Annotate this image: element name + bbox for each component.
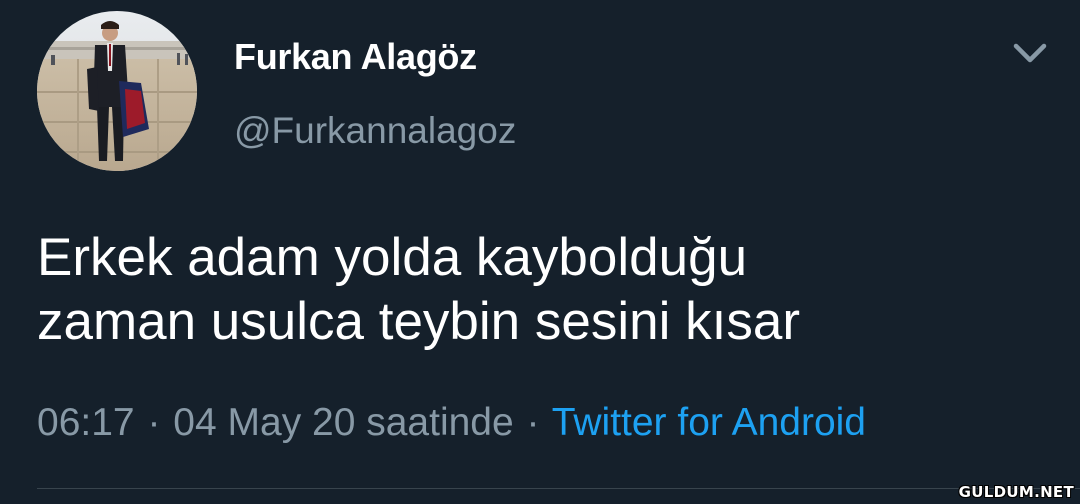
avatar-photo — [37, 11, 197, 171]
tweet-text: Erkek adam yolda kaybolduğu zaman usulca… — [37, 226, 1037, 354]
user-handle[interactable]: @Furkannalagoz — [234, 107, 516, 155]
tweet-text-line: Erkek adam yolda kaybolduğu — [37, 228, 748, 287]
meta-separator: · — [526, 401, 540, 444]
tweet: Furkan Alagöz @Furkannalagoz Erkek adam … — [0, 0, 1080, 504]
tweet-meta: 06:17 · 04 May 20 saatinde · Twitter for… — [37, 398, 866, 448]
meta-separator: · — [147, 401, 161, 444]
chevron-down-icon[interactable] — [1008, 36, 1052, 72]
display-name[interactable]: Furkan Alagöz — [234, 34, 477, 80]
watermark: GULDUM.NET — [958, 483, 1074, 501]
tweet-source-link[interactable]: Twitter for Android — [552, 401, 866, 444]
tweet-date: 04 May 20 saatinde — [173, 401, 514, 444]
avatar[interactable] — [37, 11, 197, 171]
divider — [37, 488, 1080, 489]
tweet-text-line: zaman usulca teybin sesini kısar — [37, 292, 800, 351]
tweet-time: 06:17 — [37, 401, 135, 444]
